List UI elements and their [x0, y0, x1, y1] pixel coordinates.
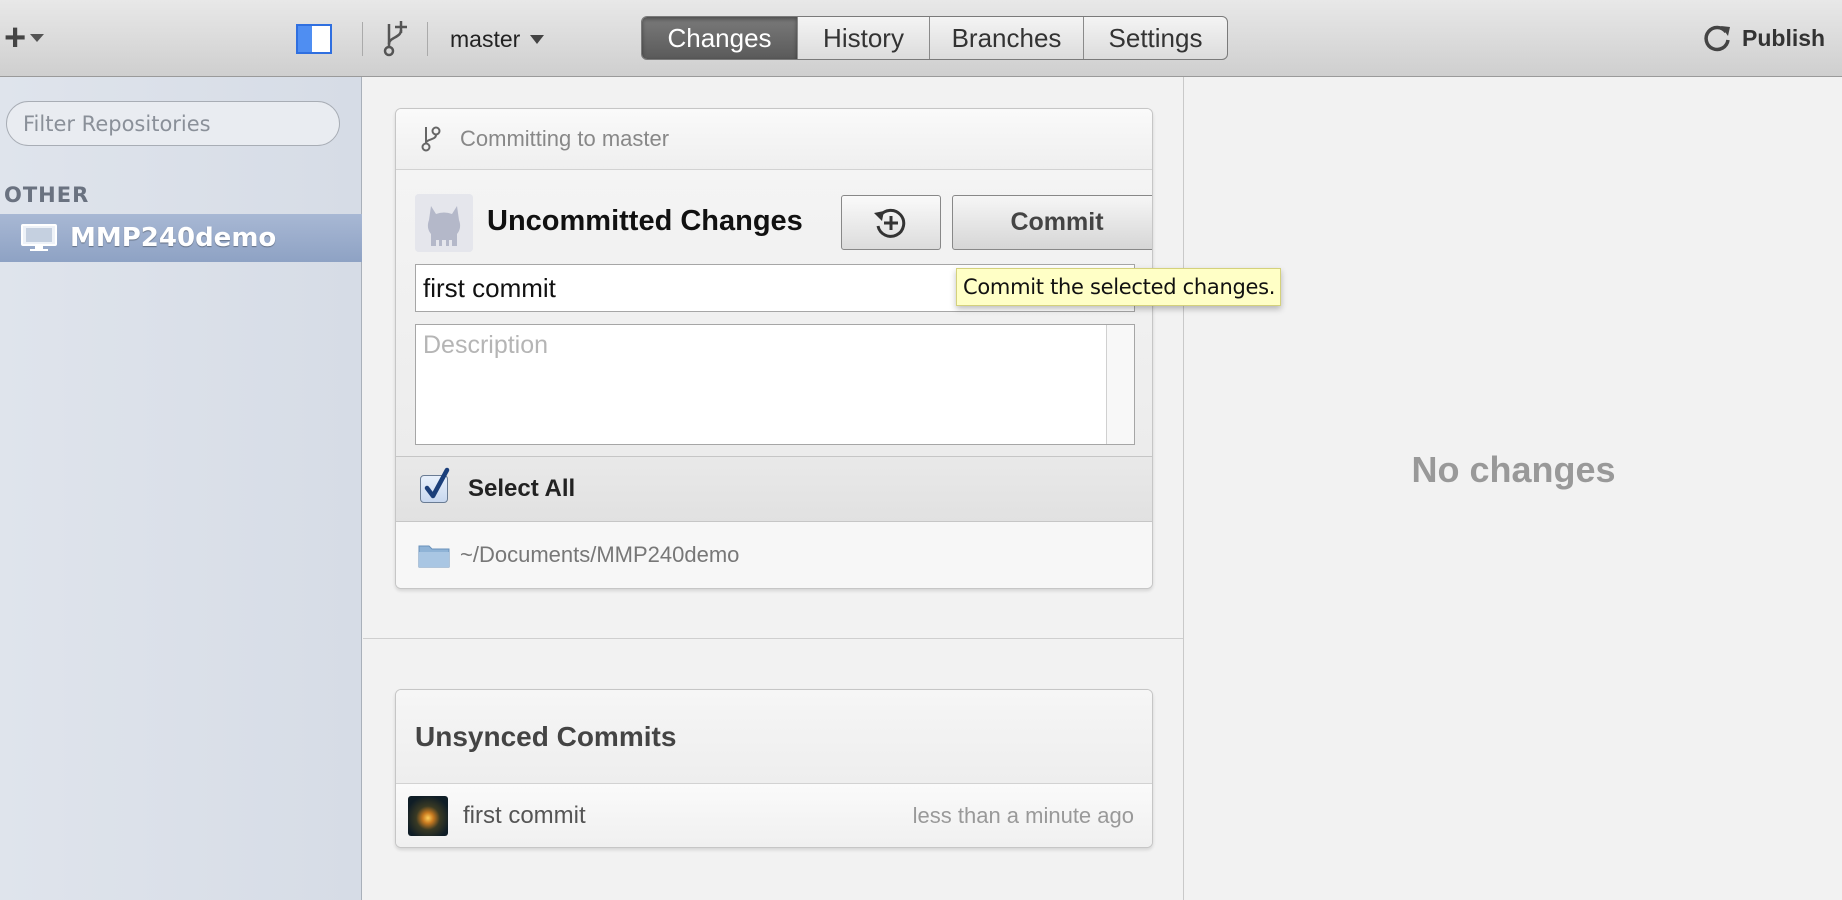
- view-tabs: Changes History Branches Settings: [641, 16, 1228, 60]
- sync-icon: [1704, 25, 1730, 52]
- plus-icon: +: [4, 17, 27, 59]
- sidebar-toggle-icon[interactable]: [296, 24, 332, 54]
- add-repository-button[interactable]: +: [4, 17, 60, 59]
- branch-icon: [421, 126, 441, 152]
- commit-header: Committing to master: [396, 109, 1152, 170]
- select-all-row[interactable]: Select All: [396, 456, 1152, 522]
- history-plus-icon: [874, 208, 906, 238]
- repository-sidebar: OTHER MMP240demo: [0, 77, 362, 900]
- sidebar-section-title: OTHER: [4, 183, 90, 207]
- chevron-down-icon: [30, 34, 45, 42]
- commit-timestamp: less than a minute ago: [912, 802, 1134, 828]
- repository-path-label: ~/Documents/MMP240demo: [460, 542, 740, 567]
- publish-label: Publish: [1742, 24, 1826, 51]
- monitor-icon: [21, 224, 57, 251]
- repository-path: ~/Documents/MMP240demo: [396, 522, 1152, 588]
- description-scrollbar[interactable]: [1106, 325, 1134, 444]
- branch-add-icon[interactable]: [380, 20, 412, 58]
- tab-changes[interactable]: Changes: [642, 17, 797, 59]
- commit-tooltip: Commit the selected changes.: [956, 268, 1281, 306]
- changes-panel: Committing to master Uncommitted Changes…: [363, 77, 1184, 900]
- empty-state-message: No changes: [1411, 449, 1616, 490]
- toolbar: + master Changes History Branches Settin…: [0, 0, 1842, 77]
- filter-repositories-input[interactable]: [6, 101, 340, 146]
- folder-icon: [418, 545, 450, 568]
- select-all-checkbox[interactable]: [420, 467, 450, 503]
- commit-button[interactable]: Commit: [952, 195, 1152, 250]
- committing-to-label: Committing to master: [460, 126, 670, 151]
- uncommitted-changes-title: Uncommitted Changes: [487, 205, 803, 237]
- checkmark-icon: [424, 467, 450, 499]
- diff-pane: No changes: [1185, 77, 1842, 900]
- chevron-down-icon: [530, 34, 545, 44]
- avatar: [408, 795, 448, 836]
- toolbar-divider: [427, 22, 428, 56]
- commit-form: Uncommitted Changes Commit: [396, 170, 1152, 456]
- sidebar-item-mmp240demo[interactable]: MMP240demo: [0, 214, 362, 262]
- commit-card: Committing to master Uncommitted Changes…: [395, 108, 1153, 589]
- avatar: [415, 194, 473, 252]
- branch-name: master: [450, 25, 521, 52]
- commit-description-input[interactable]: [415, 324, 1135, 445]
- branch-selector[interactable]: master: [450, 24, 545, 54]
- publish-button[interactable]: Publish: [1702, 20, 1825, 56]
- unsynced-commits-card: Unsynced Commits first commit less than …: [395, 689, 1153, 848]
- tab-settings[interactable]: Settings: [1083, 17, 1227, 59]
- commit-message: first commit: [463, 801, 586, 829]
- undo-commit-button[interactable]: [841, 195, 941, 250]
- select-all-label: Select All: [468, 475, 576, 502]
- tab-history[interactable]: History: [797, 17, 929, 59]
- section-divider: [363, 638, 1183, 639]
- toolbar-divider: [362, 22, 363, 56]
- tab-branches[interactable]: Branches: [929, 17, 1083, 59]
- repository-name: MMP240demo: [70, 223, 277, 253]
- unsynced-commits-title: Unsynced Commits: [396, 690, 1152, 784]
- list-item[interactable]: first commit less than a minute ago: [396, 784, 1152, 847]
